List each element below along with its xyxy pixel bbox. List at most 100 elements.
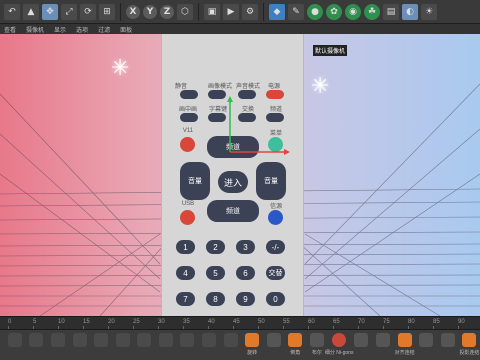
x-axis-icon[interactable]: X	[126, 4, 140, 19]
world-icon[interactable]: ⬡	[177, 3, 193, 20]
dock-tool-button[interactable]: 对齐连结	[394, 333, 416, 356]
timeline-tick-mark	[33, 326, 34, 329]
dock-tool-button[interactable]	[415, 333, 437, 349]
timeline-tick-label: 20	[108, 319, 115, 325]
rotate-tool-icon	[245, 333, 260, 347]
dock-tool-button[interactable]	[437, 333, 459, 349]
dock-tool-button[interactable]	[133, 333, 155, 349]
dock-tool-button[interactable]	[351, 333, 373, 349]
dock-tool-button[interactable]: 旋转	[241, 333, 263, 356]
dock-tool-button[interactable]	[177, 333, 199, 349]
field-icon[interactable]: ☘	[364, 3, 380, 20]
subdiv-icon	[332, 333, 347, 347]
light-icon[interactable]: ☀	[421, 3, 437, 20]
dock-tool-button[interactable]	[90, 333, 112, 349]
volume-down-button[interactable]: 音量	[180, 162, 210, 200]
dock-tool-button[interactable]	[198, 333, 220, 349]
menu-camera[interactable]: 摄像机	[26, 25, 44, 34]
number-3-button[interactable]: 3	[236, 240, 255, 254]
menu-display[interactable]: 显示	[54, 25, 66, 34]
number-2-button[interactable]: 2	[206, 240, 225, 254]
number-7-button[interactable]: 7	[176, 292, 195, 306]
dock-tool-button[interactable]	[220, 333, 242, 349]
subdivision-icon[interactable]: ●	[307, 3, 323, 20]
render-settings-icon[interactable]: ⚙	[242, 3, 258, 20]
menu-panel[interactable]: 面板	[120, 25, 132, 34]
metaball-icon	[201, 333, 216, 347]
rotate-icon[interactable]: ⟳	[80, 3, 96, 20]
pip-button[interactable]	[180, 113, 198, 122]
dock-tool-button[interactable]: 细分 Ni-gons	[324, 333, 354, 356]
number-1-button[interactable]: 1	[176, 240, 195, 254]
number-6-button[interactable]: 6	[236, 266, 255, 280]
cylinder-icon	[29, 333, 44, 347]
timeline-tick-label: 35	[183, 319, 190, 325]
dock-tool-button[interactable]	[372, 333, 394, 349]
y-axis-icon[interactable]: Y	[143, 4, 157, 19]
dock-tool-button[interactable]	[4, 333, 26, 349]
power-label: 电源	[267, 84, 280, 90]
menu-options[interactable]: 选项	[76, 25, 88, 34]
dock-tool-label: 细分 Ni-gons	[324, 350, 354, 356]
alternate-button[interactable]: 交替	[266, 266, 285, 280]
timeline-tick-mark	[458, 326, 459, 329]
number-8-button[interactable]: 8	[206, 292, 225, 306]
digit-toggle-button[interactable]: -/-	[266, 240, 285, 254]
timeline-tick-mark	[8, 326, 9, 329]
number-4-button[interactable]: 4	[176, 266, 195, 280]
array-icon	[94, 333, 109, 347]
dock-tool-button[interactable]	[112, 333, 134, 349]
timeline-tick-label: 75	[383, 319, 390, 325]
channel-down-button[interactable]: 频道	[207, 200, 259, 222]
source-button[interactable]	[268, 210, 283, 225]
toolbar-divider	[198, 2, 199, 21]
cube-icon[interactable]: ◆	[269, 3, 285, 20]
volume-up-button[interactable]: 音量	[256, 162, 286, 200]
menu-view[interactable]: 查看	[4, 25, 16, 34]
symmetry-icon	[115, 333, 130, 347]
mute-button[interactable]	[180, 90, 198, 99]
dock-tool-button[interactable]: 投影连结	[459, 333, 480, 356]
timeline-tick-label: 10	[58, 319, 65, 325]
number-9-button[interactable]: 9	[236, 292, 255, 306]
dock-tool-button[interactable]: 倒角	[285, 333, 307, 356]
undo-icon[interactable]: ↶	[4, 3, 20, 20]
z-axis-icon[interactable]: Z	[160, 4, 174, 19]
render-view-icon[interactable]: ▶	[223, 3, 239, 20]
enter-button[interactable]: 进入	[218, 171, 248, 193]
move-icon[interactable]: ✥	[42, 3, 58, 20]
timeline-tick-mark	[433, 326, 434, 329]
scale-icon[interactable]: ⤢	[61, 3, 77, 20]
pen-icon[interactable]: ✎	[288, 3, 304, 20]
timeline-tick-mark	[333, 326, 334, 329]
deformer-icon[interactable]: ◉	[345, 3, 361, 20]
scene-icon[interactable]: ▤	[383, 3, 399, 20]
render-region-icon[interactable]: ▣	[204, 3, 220, 20]
timeline-ruler[interactable]: 0 5 10 15 20 25 30 35 40 45 50 55 60 65 70 75 80 85 90	[0, 316, 480, 330]
coordinate-icon[interactable]: ⊞	[99, 3, 115, 20]
v11-label: V11	[182, 128, 194, 134]
number-5-button[interactable]: 5	[206, 266, 225, 280]
v11-button[interactable]	[180, 137, 195, 152]
timeline-tick-mark	[308, 326, 309, 329]
connect-icon	[158, 333, 173, 347]
dock-tool-button[interactable]	[69, 333, 91, 349]
select-icon[interactable]: ▲	[23, 3, 39, 20]
menu-filter[interactable]: 过滤	[98, 25, 110, 34]
move-gizmo[interactable]	[222, 96, 292, 156]
camera-icon[interactable]: ◐	[402, 3, 418, 20]
main-toolbar: ↶ ▲ ✥ ⤢ ⟳ ⊞ X Y Z ⬡ ▣ ▶ ⚙ ◆ ✎ ● ✿ ◉ ☘ ▤ …	[0, 0, 480, 24]
dock-tool-button[interactable]	[155, 333, 177, 349]
cloner-icon[interactable]: ✿	[326, 3, 342, 20]
timeline-tick-mark	[133, 326, 134, 329]
dock-tool-button[interactable]	[47, 333, 69, 349]
chamfer-icon	[288, 333, 303, 347]
usb-button[interactable]	[180, 210, 195, 225]
number-0-button[interactable]: 0	[266, 292, 285, 306]
atom-icon	[223, 333, 238, 347]
boole-icon	[137, 333, 152, 347]
toolbar-divider	[263, 2, 264, 21]
dock-tool-button[interactable]	[263, 333, 285, 349]
dock-tool-button[interactable]	[26, 333, 48, 349]
3d-viewport[interactable]: 默认摄像机 ✳ ✳ 静音 画像模式 声音模式 电源 画中画 字幕键 交换 频道 …	[0, 34, 480, 316]
